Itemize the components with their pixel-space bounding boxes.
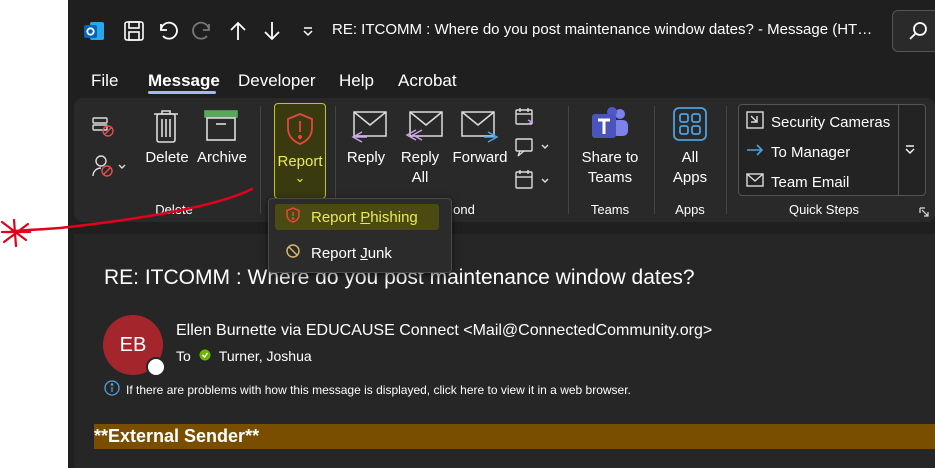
share-to-teams-button[interactable]: Share to Teams — [576, 148, 644, 188]
title-bar: RE: ITCOMM : Where do you post maintenan… — [68, 0, 935, 62]
envelope-icon — [745, 170, 765, 194]
quick-step-label: Team Email — [771, 173, 850, 191]
report-phishing-menu-item[interactable]: Report Phishing — [275, 204, 439, 230]
forward-button[interactable]: Forward — [450, 148, 510, 168]
delete-group-label: Delete — [155, 202, 193, 217]
info-bar[interactable]: If there are problems with how this mess… — [104, 380, 631, 399]
quick-step-label: To Manager — [771, 143, 851, 161]
label-part: Report — [311, 244, 361, 262]
more-respond-icon[interactable] — [514, 168, 552, 197]
share-teams-label-2: Teams — [587, 169, 633, 186]
info-text: If there are problems with how this mess… — [126, 382, 631, 397]
tab-acrobat[interactable]: Acrobat — [398, 71, 457, 91]
reading-pane: RE: ITCOMM : Where do you post maintenan… — [74, 234, 935, 468]
all-apps-button[interactable]: All Apps — [664, 148, 716, 188]
report-junk-label: Report Junk — [311, 245, 392, 262]
quick-step-to-manager[interactable]: To Manager — [745, 140, 850, 164]
arrow-right-icon — [745, 140, 765, 164]
forward-icon — [460, 110, 502, 149]
trash-icon — [152, 108, 180, 149]
all-apps-label-1: All — [681, 149, 699, 166]
external-sender-text: **External Sender** — [94, 426, 260, 446]
report-button[interactable]: Report ⌄ — [274, 103, 326, 199]
apps-group-label: Apps — [675, 202, 705, 217]
access-key: J — [360, 244, 368, 262]
report-phishing-label: Report Phishing — [311, 209, 418, 226]
next-item-arrow-icon[interactable] — [258, 17, 286, 45]
chevron-down-icon: ⌄ — [294, 170, 306, 185]
access-key: P — [360, 208, 371, 226]
shield-alert-icon — [285, 112, 315, 151]
group-separator — [260, 106, 261, 214]
recipient-line: To Turner, Joshua — [176, 348, 312, 364]
teams-group-label: Teams — [590, 202, 630, 217]
report-junk-menu-item[interactable]: Report Junk — [275, 240, 439, 266]
reply-all-label-1: Reply — [400, 149, 440, 166]
quick-steps-group-label: Quick Steps — [788, 202, 860, 217]
label-part: hishing — [370, 208, 418, 226]
group-separator — [568, 106, 569, 214]
quick-step-security-cameras[interactable]: Security Cameras — [745, 110, 890, 134]
save-icon[interactable] — [120, 17, 148, 45]
shield-alert-icon — [285, 207, 301, 227]
all-apps-label-2: Apps — [672, 169, 708, 186]
reply-button[interactable]: Reply — [342, 148, 390, 168]
im-reply-icon[interactable] — [514, 136, 552, 163]
reply-all-label-2: All — [411, 169, 429, 186]
archive-icon — [204, 110, 238, 147]
redo-icon — [188, 17, 216, 45]
gallery-separator — [898, 105, 899, 195]
share-teams-label-1: Share to — [581, 149, 639, 166]
tab-help[interactable]: Help — [339, 71, 374, 91]
label-part: Report — [311, 208, 361, 226]
sender-line[interactable]: Ellen Burnette via EDUCAUSE Connect <Mai… — [176, 322, 712, 340]
outlook-logo-icon — [80, 17, 108, 45]
reply-all-icon — [402, 110, 444, 149]
recipient-name[interactable]: Turner, Joshua — [219, 348, 312, 364]
available-status-icon — [199, 348, 211, 364]
ignore-icon[interactable] — [91, 116, 115, 143]
active-tab-indicator — [148, 91, 216, 94]
previous-item-arrow-icon[interactable] — [224, 17, 252, 45]
external-sender-banner: **External Sender** — [94, 424, 935, 449]
report-dropdown-menu: Report Phishing Report Junk — [268, 198, 452, 273]
archive-button[interactable]: Archive — [194, 148, 250, 168]
reply-all-button[interactable]: Reply All — [398, 148, 442, 188]
undo-icon[interactable] — [154, 17, 182, 45]
tab-message[interactable]: Message — [148, 71, 220, 91]
reply-icon — [348, 110, 388, 149]
quick-steps-gallery: Security Cameras To Manager Team Email — [738, 104, 926, 196]
group-separator — [654, 106, 655, 214]
move-to-folder-icon — [745, 110, 765, 134]
info-icon — [104, 380, 120, 399]
block-sender-icon[interactable] — [91, 154, 127, 183]
window-title: RE: ITCOMM : Where do you post maintenan… — [332, 21, 873, 38]
search-icon — [907, 20, 929, 47]
label-part: unk — [367, 244, 392, 262]
quick-step-label: Security Cameras — [771, 113, 891, 131]
ribbon: Delete Archive Delete Report ⌄ Reply Rep… — [74, 98, 935, 222]
teams-icon — [590, 106, 630, 147]
gallery-more-icon[interactable] — [903, 143, 917, 161]
search-button[interactable] — [892, 10, 935, 52]
tab-file[interactable]: File — [91, 71, 118, 91]
outlook-window: RE: ITCOMM : Where do you post maintenan… — [68, 0, 935, 468]
to-label: To — [176, 348, 191, 364]
quick-step-team-email[interactable]: Team Email — [745, 170, 849, 194]
dialog-launcher-icon[interactable] — [919, 204, 929, 222]
block-icon — [285, 243, 301, 263]
group-separator — [726, 106, 727, 214]
tab-developer[interactable]: Developer — [238, 71, 316, 91]
meeting-icon[interactable] — [514, 106, 538, 133]
delete-button[interactable]: Delete — [141, 148, 193, 168]
presence-status-icon — [146, 357, 166, 377]
all-apps-icon — [672, 106, 708, 147]
customize-toolbar-icon[interactable] — [294, 17, 322, 45]
